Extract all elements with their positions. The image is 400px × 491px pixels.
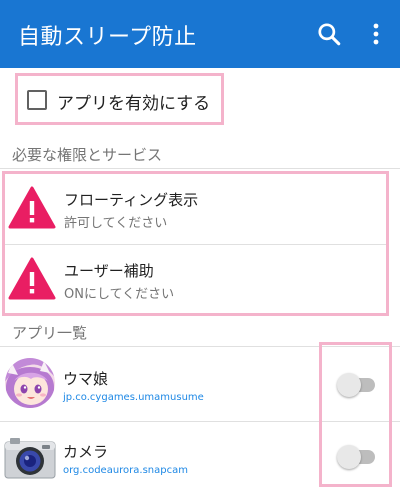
camera-app-icon [4,438,56,479]
warning-icon [8,186,56,229]
warning-icon [8,257,56,300]
app-bar: 自動スリープ防止 [0,0,400,68]
permission-item-floating[interactable]: フローティング表示 許可してください [5,174,386,245]
section-divider [0,168,400,169]
permissions-section-header: 必要な権限とサービス [12,146,163,164]
permission-title: フローティング表示 [64,191,199,209]
switch-thumb [337,373,361,397]
app-enable-switch[interactable] [337,373,377,397]
enable-app-option[interactable]: アプリを有効にする [15,73,224,125]
app-enable-switch[interactable] [337,445,377,469]
permission-subtitle: 許可してください [64,216,168,231]
umamusume-app-icon [5,358,55,408]
app-title: 自動スリープ防止 [18,25,197,50]
app-package-name: org.codeaurora.snapcam [63,465,188,476]
enable-app-label: アプリを有効にする [57,94,211,114]
app-toggle-column [319,342,392,487]
app-list-section-header: アプリ一覧 [12,324,88,342]
enable-app-checkbox[interactable] [27,90,47,110]
more-vert-icon[interactable] [368,22,384,46]
app-name: ウマ娘 [63,370,109,388]
app-package-name: jp.co.cygames.umamusume [63,392,204,403]
app-name: カメラ [63,443,109,461]
switch-thumb [337,445,361,469]
permission-item-accessibility[interactable]: ユーザー補助 ONにしてください [5,245,386,315]
search-icon[interactable] [316,21,342,47]
permissions-list: フローティング表示 許可してください ユーザー補助 ONにしてください [2,171,389,316]
permission-subtitle: ONにしてください [64,287,175,302]
permission-title: ユーザー補助 [64,262,154,280]
